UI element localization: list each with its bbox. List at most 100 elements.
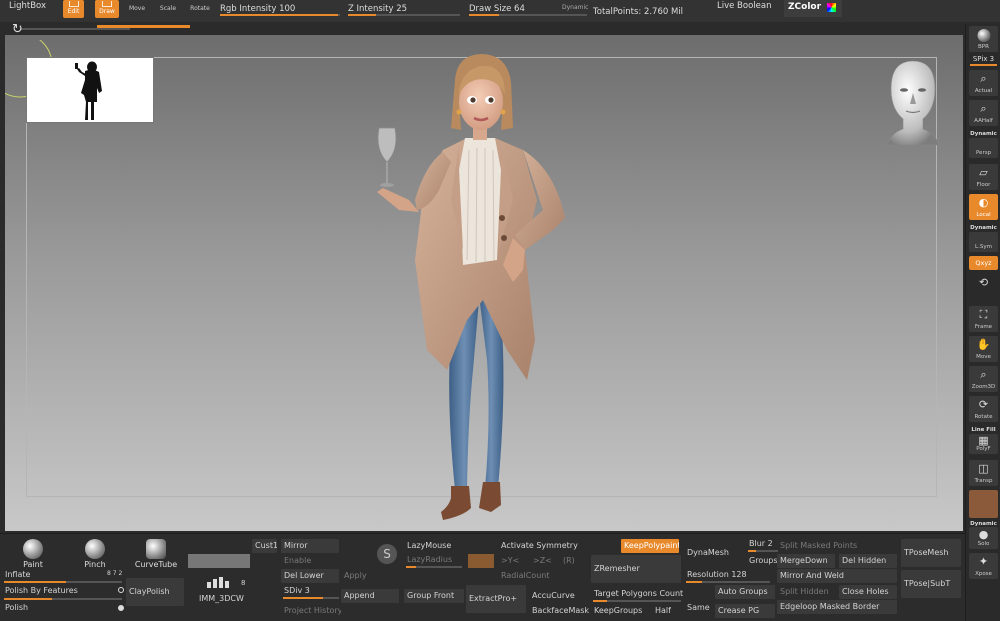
mirror-weld-button[interactable]: Mirror And Weld <box>777 569 897 583</box>
same-button[interactable]: Same <box>684 601 714 615</box>
inflate-track[interactable] <box>4 581 122 583</box>
target-polygons-track[interactable] <box>593 600 681 602</box>
sym-y-toggle[interactable]: >Y< <box>498 554 522 568</box>
polyf-button[interactable]: ▦ PolyF <box>969 434 998 454</box>
half-button[interactable]: Half <box>652 604 680 618</box>
groups-button[interactable]: Groups <box>746 554 780 568</box>
close-holes-button[interactable]: Close Holes <box>839 585 897 599</box>
rgb-intensity-fill <box>220 14 338 16</box>
local-button[interactable]: ◐ Local <box>969 194 998 220</box>
empty-slot[interactable] <box>188 554 250 568</box>
lsym-button[interactable]: L.Sym <box>969 232 998 252</box>
material-swatch[interactable] <box>969 490 998 518</box>
blur-track[interactable] <box>748 550 778 552</box>
floor-button[interactable]: ▱ Floor <box>969 164 998 190</box>
polish-slider[interactable]: Polish <box>2 601 122 615</box>
dynamesh-button[interactable]: DynaMesh <box>684 546 738 560</box>
edit-icon <box>68 1 79 7</box>
mergedown-button[interactable]: MergeDown <box>777 554 835 568</box>
zoom3d-button[interactable]: ⌕ Zoom3D <box>969 366 998 392</box>
sdiv-track[interactable] <box>283 597 339 599</box>
spix-slider[interactable]: SPix 3 <box>968 55 999 63</box>
polish-features-toggle-icon[interactable] <box>118 587 124 593</box>
thumbnail-preview[interactable] <box>26 57 154 123</box>
polish-toggle-icon[interactable] <box>118 605 124 611</box>
rotate-button[interactable]: Rotate <box>188 0 212 18</box>
keeppolypaint-button[interactable]: KeepPolypaint <box>621 539 679 553</box>
sym-z-toggle[interactable]: >Z< <box>530 554 554 568</box>
xyz-button[interactable]: Qxyz <box>969 256 998 270</box>
live-boolean-button[interactable]: Live Boolean <box>717 1 771 11</box>
del-hidden-button[interactable]: Del Hidden <box>839 554 897 568</box>
tpose-subt-button[interactable]: TPose|SubT <box>901 570 961 598</box>
project-history-button[interactable]: Project History <box>281 604 341 618</box>
persp-button[interactable]: Persp <box>969 138 998 158</box>
target-polygons-slider[interactable]: Target Polygons Count 1 <box>591 587 683 601</box>
lazyradius-slider[interactable]: LazyRadius <box>404 553 464 567</box>
move-button[interactable]: Move <box>127 0 147 18</box>
accucurve-button[interactable]: AccuCurve <box>529 589 589 603</box>
crease-pg-button[interactable]: Crease PG <box>715 604 775 618</box>
del-lower-button[interactable]: Del Lower <box>281 569 339 583</box>
lightbox-button[interactable]: LightBox <box>9 1 46 11</box>
pinch-brush[interactable]: Pinch <box>70 539 120 569</box>
move-view-button[interactable]: ✋ Move <box>969 336 998 362</box>
apply-button[interactable]: Apply <box>341 569 399 583</box>
split-hidden-button[interactable]: Split Hidden <box>777 585 835 599</box>
enable-button[interactable]: Enable <box>281 554 339 568</box>
viewport-canvas[interactable] <box>5 35 963 531</box>
aahalf-button[interactable]: ⌕ AAHalf <box>969 100 998 126</box>
append-button[interactable]: Append <box>341 589 399 603</box>
keepgroups-button[interactable]: KeepGroups <box>591 604 643 618</box>
zcolor-button[interactable]: ZColor <box>784 0 842 17</box>
lazymouse-button[interactable]: LazyMouse <box>404 539 464 553</box>
auto-groups-button[interactable]: Auto Groups <box>715 585 775 599</box>
group-front-button[interactable]: Group Front <box>404 589 464 603</box>
zremesher-button[interactable]: ZRemesher <box>591 555 681 583</box>
rotation-axis-icon[interactable]: ⟲ <box>969 274 998 304</box>
rotate-view-button[interactable]: ⟳ Rotate <box>969 396 998 422</box>
backfacemask-button[interactable]: BackfaceMask <box>529 604 591 618</box>
polish-features-slider[interactable]: Polish By Features <box>2 584 122 598</box>
curvetube-brush[interactable]: CurveTube <box>131 539 181 569</box>
imm-brush[interactable]: IMM_3DCW <box>196 592 256 606</box>
resolution-track[interactable] <box>686 581 770 583</box>
solo-button[interactable]: ● Solo <box>969 527 998 549</box>
floor-grid-icon: ▱ <box>979 166 988 179</box>
edgeloop-masked-button[interactable]: Edgeloop Masked Border <box>777 600 897 614</box>
rgb-intensity-slider[interactable]: Rgb Intensity 100 <box>220 4 295 14</box>
draw-button[interactable]: Draw <box>95 0 119 18</box>
character-model[interactable] <box>355 50 595 531</box>
dynamic-label[interactable]: Dynamic <box>562 4 588 11</box>
total-points: TotalPoints: 2.760 Mil <box>593 7 684 17</box>
claypolish-button[interactable]: ClayPolish <box>126 578 184 606</box>
edit-button[interactable]: Edit <box>63 0 84 18</box>
sym-x-toggle[interactable] <box>468 554 494 568</box>
paint-brush-icon <box>23 539 43 559</box>
tposemesh-button[interactable]: TPoseMesh <box>901 539 961 567</box>
frame-button[interactable]: ⛶ Frame <box>969 306 998 332</box>
mirror-button[interactable]: Mirror <box>281 539 339 553</box>
spotlight-icon[interactable]: S <box>377 544 397 564</box>
sym-r-toggle[interactable]: (R) <box>560 554 584 568</box>
transp-button[interactable]: ◫ Transp <box>969 460 998 486</box>
z-intensity-slider[interactable]: Z Intensity 25 <box>348 4 407 14</box>
paint-brush[interactable]: Paint <box>8 539 58 569</box>
scale-button[interactable]: Scale <box>157 0 179 18</box>
blur-slider[interactable]: Blur 2 <box>746 537 780 551</box>
split-masked-button[interactable]: Split Masked Points <box>777 539 897 553</box>
bpr-button[interactable]: BPR <box>969 26 998 52</box>
dynamic-persp-label: Dynamic <box>970 131 997 137</box>
cust1-button[interactable]: Cust1 <box>252 539 277 553</box>
draw-size-slider[interactable]: Draw Size 64 <box>469 4 525 14</box>
navigation-head-icon[interactable] <box>883 57 943 149</box>
actual-button[interactable]: ⌕ Actual <box>969 70 998 96</box>
lazyradius-track[interactable] <box>406 566 462 568</box>
extractpro-button[interactable]: ExtractPro+ <box>466 585 526 613</box>
polish-features-track[interactable] <box>4 598 122 600</box>
activate-symmetry-button[interactable]: Activate Symmetry <box>498 539 598 553</box>
sdiv-slider[interactable]: SDiv 3 <box>281 584 339 598</box>
resolution-slider[interactable]: Resolution 128 <box>684 568 770 582</box>
radialcount-slider[interactable]: RadialCount <box>498 569 578 583</box>
xpose-button[interactable]: ✦ Xpose <box>969 553 998 579</box>
